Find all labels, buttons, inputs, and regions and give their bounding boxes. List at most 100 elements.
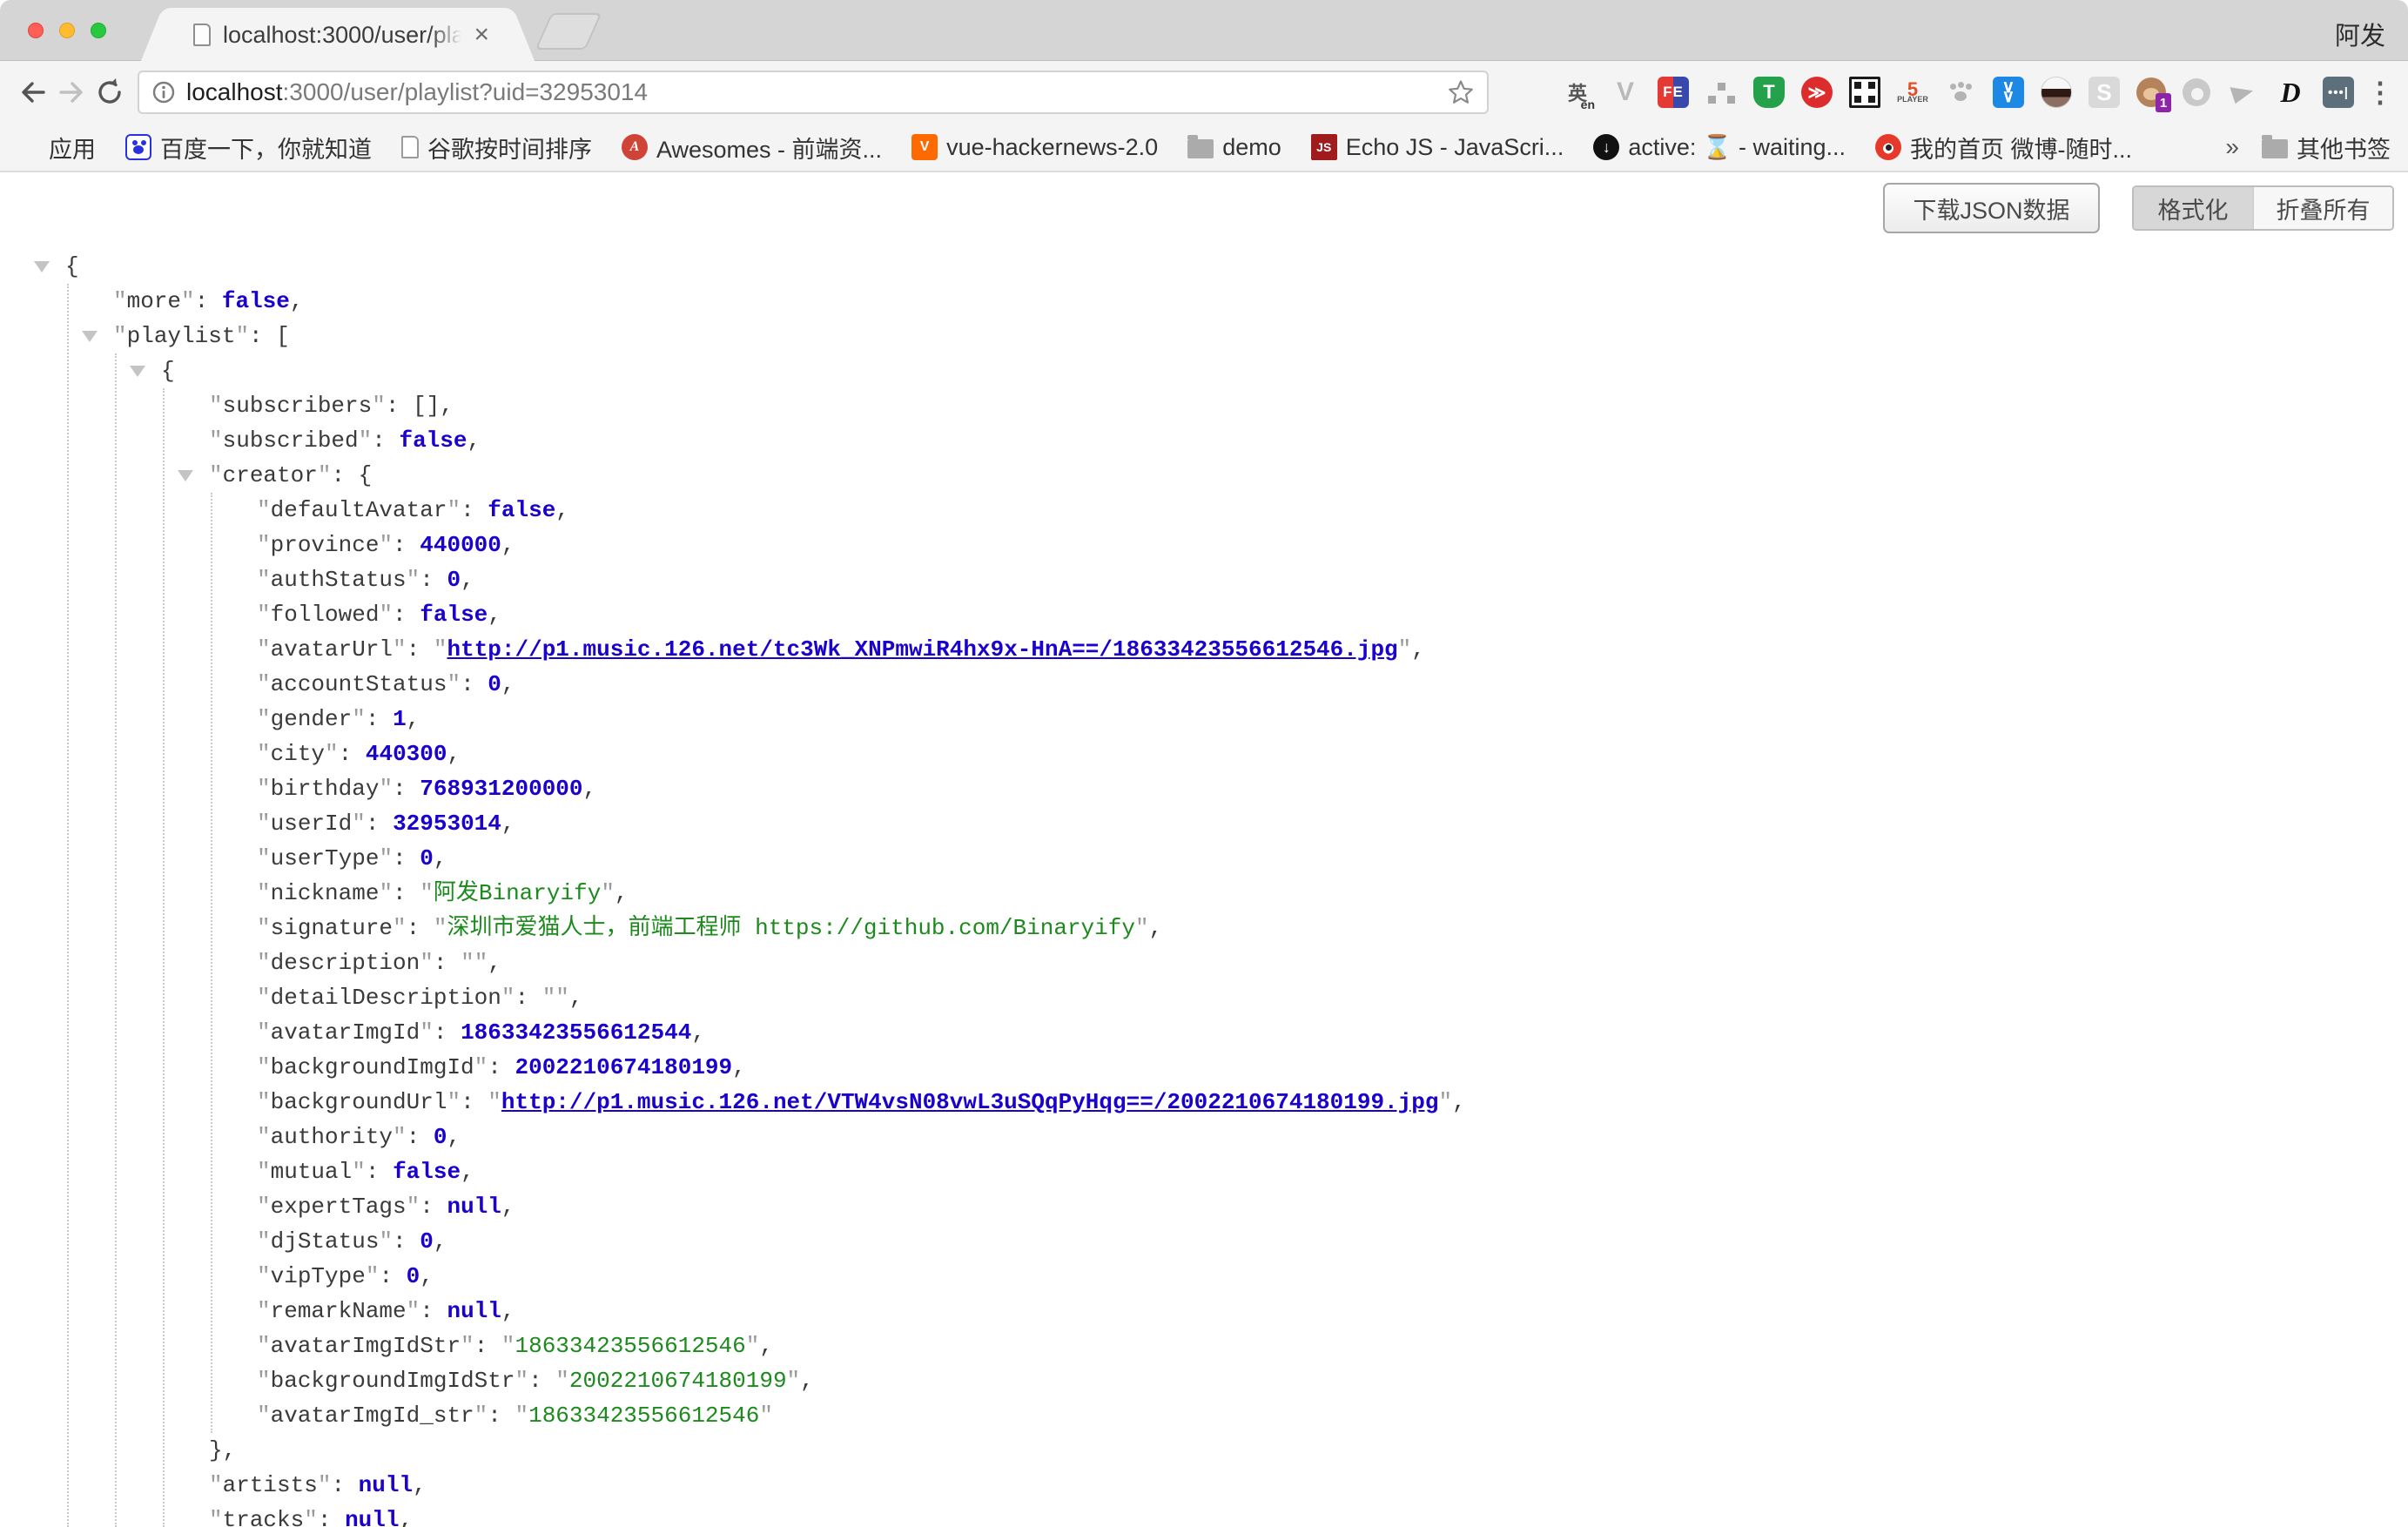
view-mode-segmented-control: 格式化 折叠所有 <box>2132 185 2394 231</box>
json-token: " <box>379 532 393 558</box>
json-token: null <box>447 1194 501 1220</box>
bookmark-item[interactable]: AAwesomes - 前端资... <box>622 131 882 165</box>
json-token: " <box>257 1263 271 1289</box>
json-token: : <box>420 1298 447 1324</box>
json-link[interactable]: http://p1.music.126.net/tc3Wk_XNPmwiR4hx… <box>447 636 1397 663</box>
bookmark-item[interactable]: 我的首页 微博-随时... <box>1875 131 2132 165</box>
json-token: false <box>222 288 290 314</box>
d-extension-icon[interactable]: D <box>2275 77 2306 108</box>
json-token: , <box>447 741 461 767</box>
json-token: " <box>555 985 569 1011</box>
bookmark-item[interactable]: Vvue-hackernews-2.0 <box>911 134 1158 161</box>
json-token: : <box>393 602 420 628</box>
page-info-icon[interactable] <box>151 80 176 104</box>
back-button[interactable] <box>14 73 52 111</box>
download-json-button[interactable]: 下载JSON数据 <box>1883 183 2100 233</box>
vue-devtools-icon[interactable]: V <box>1610 77 1641 108</box>
bookmark-item[interactable]: 百度一下，你就知道 <box>125 131 372 165</box>
proxy-mask-extension-icon[interactable] <box>2041 77 2072 108</box>
bookmark-item[interactable]: 谷歌按时间排序 <box>401 131 592 165</box>
json-token: remarkName <box>271 1298 407 1324</box>
tampermonkey-icon[interactable]: T <box>1753 77 1785 108</box>
json-row: "avatarImgId_str": "18633423556612546" <box>0 1398 2408 1433</box>
json-token: " <box>474 1403 488 1429</box>
tab-strip: localhost:3000/user/playlist?u × 阿发 <box>0 0 2408 61</box>
json-token: " <box>257 636 271 663</box>
browser-profile-name[interactable]: 阿发 <box>2335 16 2385 52</box>
browser-menu-icon[interactable]: ⋮ <box>2366 76 2392 109</box>
new-tab-button[interactable] <box>535 13 602 50</box>
collapse-toggle-icon[interactable] <box>130 366 145 377</box>
window-close-button[interactable] <box>28 23 44 38</box>
monkey-extension-icon[interactable]: 1 <box>2136 77 2166 107</box>
browser-toolbar: localhost:3000/user/playlist?uid=3295301… <box>0 61 2408 124</box>
collapse-toggle-icon[interactable] <box>178 470 193 481</box>
json-token: , <box>461 1159 474 1185</box>
json-token: " <box>257 1228 271 1255</box>
video-speed-icon[interactable]: ≫ <box>1801 77 1833 108</box>
blue-v-extension-icon[interactable]: ∨∨ <box>1993 77 2024 108</box>
json-token: : <box>393 532 420 558</box>
bookmark-item[interactable]: demo <box>1187 134 1281 161</box>
json-row: "expertTags": null, <box>0 1189 2408 1224</box>
json-token: : <box>393 880 420 906</box>
json-token: : <box>407 636 434 663</box>
json-token: " <box>420 1019 434 1046</box>
bookmarks-overflow-chevron[interactable]: » <box>2225 133 2239 161</box>
address-bar[interactable]: localhost:3000/user/playlist?uid=3295301… <box>138 71 1489 114</box>
json-token: : <box>366 1159 393 1185</box>
fe-extension-icon[interactable]: FE <box>1658 77 1689 108</box>
json-token: " <box>257 1054 271 1080</box>
json-token: " <box>257 985 271 1011</box>
bookmark-item[interactable]: JSEcho JS - JavaScri... <box>1311 134 1564 161</box>
reload-button[interactable] <box>91 73 129 111</box>
json-token: playlist <box>127 323 236 349</box>
bookmark-label: Awesomes - 前端资... <box>656 131 882 165</box>
collapse-toggle-icon[interactable] <box>34 261 50 272</box>
qr-code-extension-icon[interactable] <box>1849 77 1880 108</box>
bookmarks-bar: 应用百度一下，你就知道谷歌按时间排序 AAwesomes - 前端资... Vvue… <box>0 124 2408 172</box>
json-token: , <box>501 811 515 837</box>
json-token: , <box>407 706 420 732</box>
json-row: "creator": { <box>0 458 2408 493</box>
tab-close-icon[interactable]: × <box>474 22 489 48</box>
bookmark-item[interactable]: 应用 <box>14 131 96 165</box>
url-text: localhost:3000/user/playlist?uid=3295301… <box>186 78 1447 106</box>
window-minimize-button[interactable] <box>59 23 75 38</box>
paw-extension-icon[interactable] <box>1945 77 1976 108</box>
translate-extension-icon[interactable]: 英en <box>1562 77 1593 108</box>
more-tools-extension-icon[interactable]: •••| <box>2323 77 2354 108</box>
json-token: " <box>488 1089 501 1115</box>
collapse-all-button[interactable]: 折叠所有 <box>2252 187 2392 229</box>
json-link[interactable]: http://p1.music.126.net/VTW4vsN08vwL3uSQ… <box>501 1089 1439 1115</box>
forward-button[interactable] <box>52 73 91 111</box>
json-tree: {"more": false,"playlist": [{"subscriber… <box>0 249 2408 1527</box>
bi-grid-icon <box>14 134 40 160</box>
json-token: : <box>528 1368 555 1394</box>
json-token: }, <box>209 1437 236 1463</box>
json-token: " <box>257 497 271 523</box>
sitemap-extension-icon[interactable] <box>1705 77 1737 108</box>
json-row: "userId": 32953014, <box>0 806 2408 841</box>
json-token: , <box>420 1263 434 1289</box>
collapse-toggle-icon[interactable] <box>82 331 98 342</box>
json-token: " <box>474 1054 488 1080</box>
json-row: "city": 440300, <box>0 737 2408 771</box>
json-token: , <box>569 985 583 1011</box>
json-token: " <box>447 671 461 697</box>
json-token: null <box>447 1298 501 1324</box>
html5-player-icon[interactable]: 5PLAYER <box>1897 77 1928 108</box>
bookmark-star-icon[interactable] <box>1447 78 1475 106</box>
bird-extension-icon[interactable] <box>2227 77 2258 108</box>
weibo-gray-extension-icon[interactable] <box>2183 78 2210 106</box>
bookmark-item[interactable]: ↓active: ⌛ - waiting... <box>1593 133 1846 161</box>
browser-tab[interactable]: localhost:3000/user/playlist?u × <box>171 8 505 62</box>
json-token: , <box>461 567 474 593</box>
format-button[interactable]: 格式化 <box>2134 187 2252 229</box>
json-token: " <box>352 706 366 732</box>
s-extension-icon[interactable]: S <box>2089 77 2120 108</box>
other-bookmarks-folder[interactable]: 其他书签 <box>2262 131 2391 165</box>
window-zoom-button[interactable] <box>91 23 106 38</box>
json-token: : <box>366 811 393 837</box>
json-token: 18633423556612546 <box>515 1333 745 1359</box>
